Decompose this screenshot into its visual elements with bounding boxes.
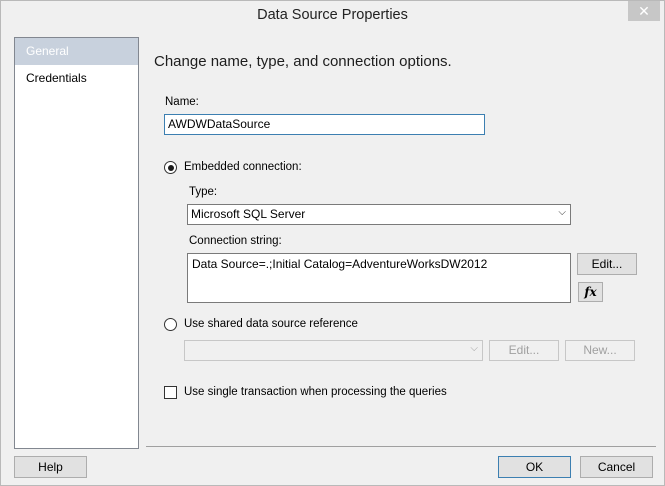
shared-reference-select[interactable]: ⌵ [184, 340, 483, 361]
title-bar: Data Source Properties ✕ [1, 1, 664, 29]
chevron-down-icon: ⌵ [558, 207, 566, 218]
name-label: Name: [165, 96, 199, 108]
nav-item-general[interactable]: General [15, 38, 138, 65]
help-button[interactable]: Help [14, 456, 87, 478]
shared-edit-button[interactable]: Edit... [489, 340, 559, 361]
chevron-down-icon: ⌵ [470, 343, 478, 354]
shared-reference-label: Use shared data source reference [184, 318, 358, 330]
close-icon: ✕ [638, 3, 650, 19]
page-nav: General Credentials [14, 37, 139, 449]
fx-icon: fx [584, 285, 597, 299]
connection-string-input[interactable]: Data Source=.;Initial Catalog=AdventureW… [187, 253, 571, 303]
shared-new-button[interactable]: New... [565, 340, 635, 361]
expression-button[interactable]: fx [578, 282, 603, 302]
close-button[interactable]: ✕ [628, 1, 660, 21]
embedded-connection-radio[interactable] [164, 161, 177, 174]
type-select-value: Microsoft SQL Server [191, 207, 306, 221]
single-transaction-label: Use single transaction when processing t… [184, 386, 447, 398]
single-transaction-checkbox[interactable] [164, 386, 177, 399]
type-select[interactable]: Microsoft SQL Server ⌵ [187, 204, 571, 225]
embedded-connection-label: Embedded connection: [184, 161, 302, 173]
name-input[interactable]: AWDWDataSource [164, 114, 485, 135]
data-source-properties-dialog: Data Source Properties ✕ General Credent… [0, 0, 665, 486]
ok-button[interactable]: OK [498, 456, 571, 478]
type-label: Type: [189, 186, 218, 198]
edit-connection-button[interactable]: Edit... [577, 253, 637, 275]
cancel-button[interactable]: Cancel [580, 456, 653, 478]
shared-reference-radio[interactable] [164, 318, 177, 331]
nav-item-credentials[interactable]: Credentials [15, 65, 138, 92]
page-heading: Change name, type, and connection option… [154, 53, 452, 70]
window-title: Data Source Properties [257, 7, 408, 23]
connection-string-label: Connection string: [189, 235, 282, 247]
general-page: Change name, type, and connection option… [146, 37, 656, 447]
